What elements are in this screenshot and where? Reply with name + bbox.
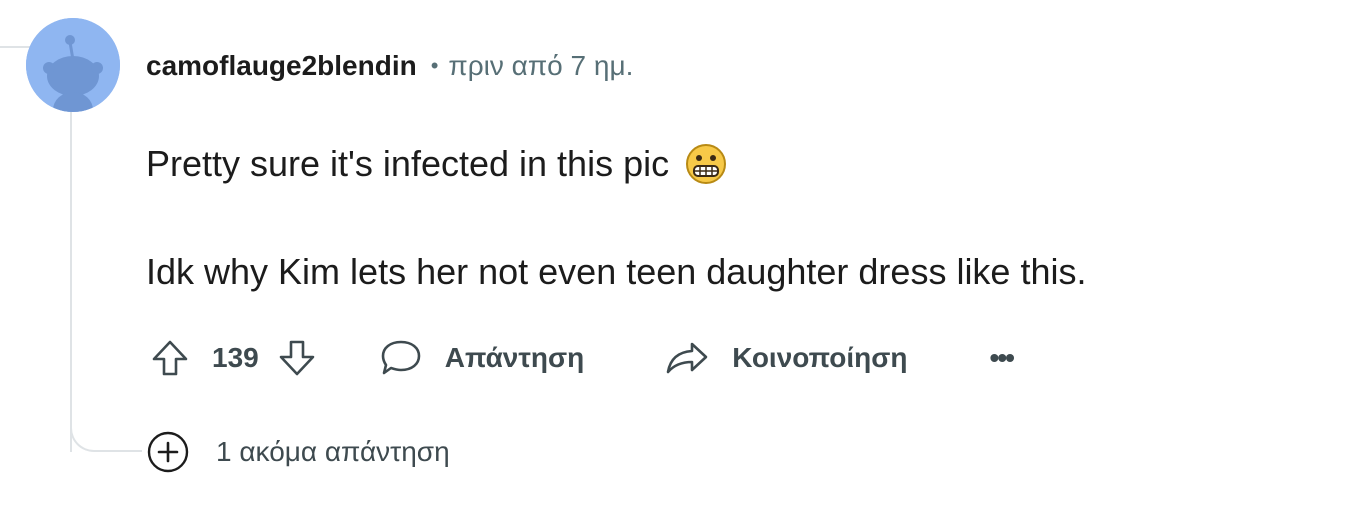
reply-button[interactable]: Απάντηση (379, 338, 585, 378)
plus-circle-icon (146, 430, 190, 474)
avatar[interactable] (26, 18, 120, 112)
comment-actions: 139 Απάντηση Κοινοποίηση ••• (146, 334, 1015, 382)
downvote-button[interactable] (273, 334, 321, 382)
vote-score: 139 (212, 342, 259, 373)
comment-text-2: Idk why Kim lets her not even teen daugh… (146, 251, 1087, 292)
meta-separator: • (430, 53, 439, 78)
reddit-snoo-avatar-icon (26, 18, 120, 112)
thread-line[interactable] (70, 110, 72, 452)
share-arrow-icon (664, 338, 710, 378)
comment-timestamp[interactable]: πριν από 7 ημ. (448, 50, 633, 82)
comment-text-1: Pretty sure it's infected in this pic (146, 143, 670, 184)
grimacing-face-emoji-icon (686, 144, 727, 184)
comment-meta: camoflauge2blendin • πριν από 7 ημ. (146, 50, 633, 82)
share-label: Κοινοποίηση (732, 342, 908, 373)
share-button[interactable]: Κοινοποίηση (664, 338, 908, 378)
more-replies-label: 1 ακόμα απάντηση (216, 436, 450, 467)
more-options-button[interactable]: ••• (990, 342, 1015, 374)
speech-bubble-icon (379, 338, 423, 378)
upvote-button[interactable] (146, 334, 194, 382)
upvote-arrow-icon (152, 340, 188, 376)
thread-line-branch (70, 420, 142, 452)
thread-line-parent (0, 46, 30, 48)
downvote-arrow-icon (279, 340, 315, 376)
comment-body-line-1: Pretty sure it's infected in this pic (146, 142, 727, 186)
reply-label: Απάντηση (444, 342, 585, 373)
author-username[interactable]: camoflauge2blendin (146, 50, 417, 82)
more-replies-button[interactable]: 1 ακόμα απάντηση (146, 430, 450, 474)
